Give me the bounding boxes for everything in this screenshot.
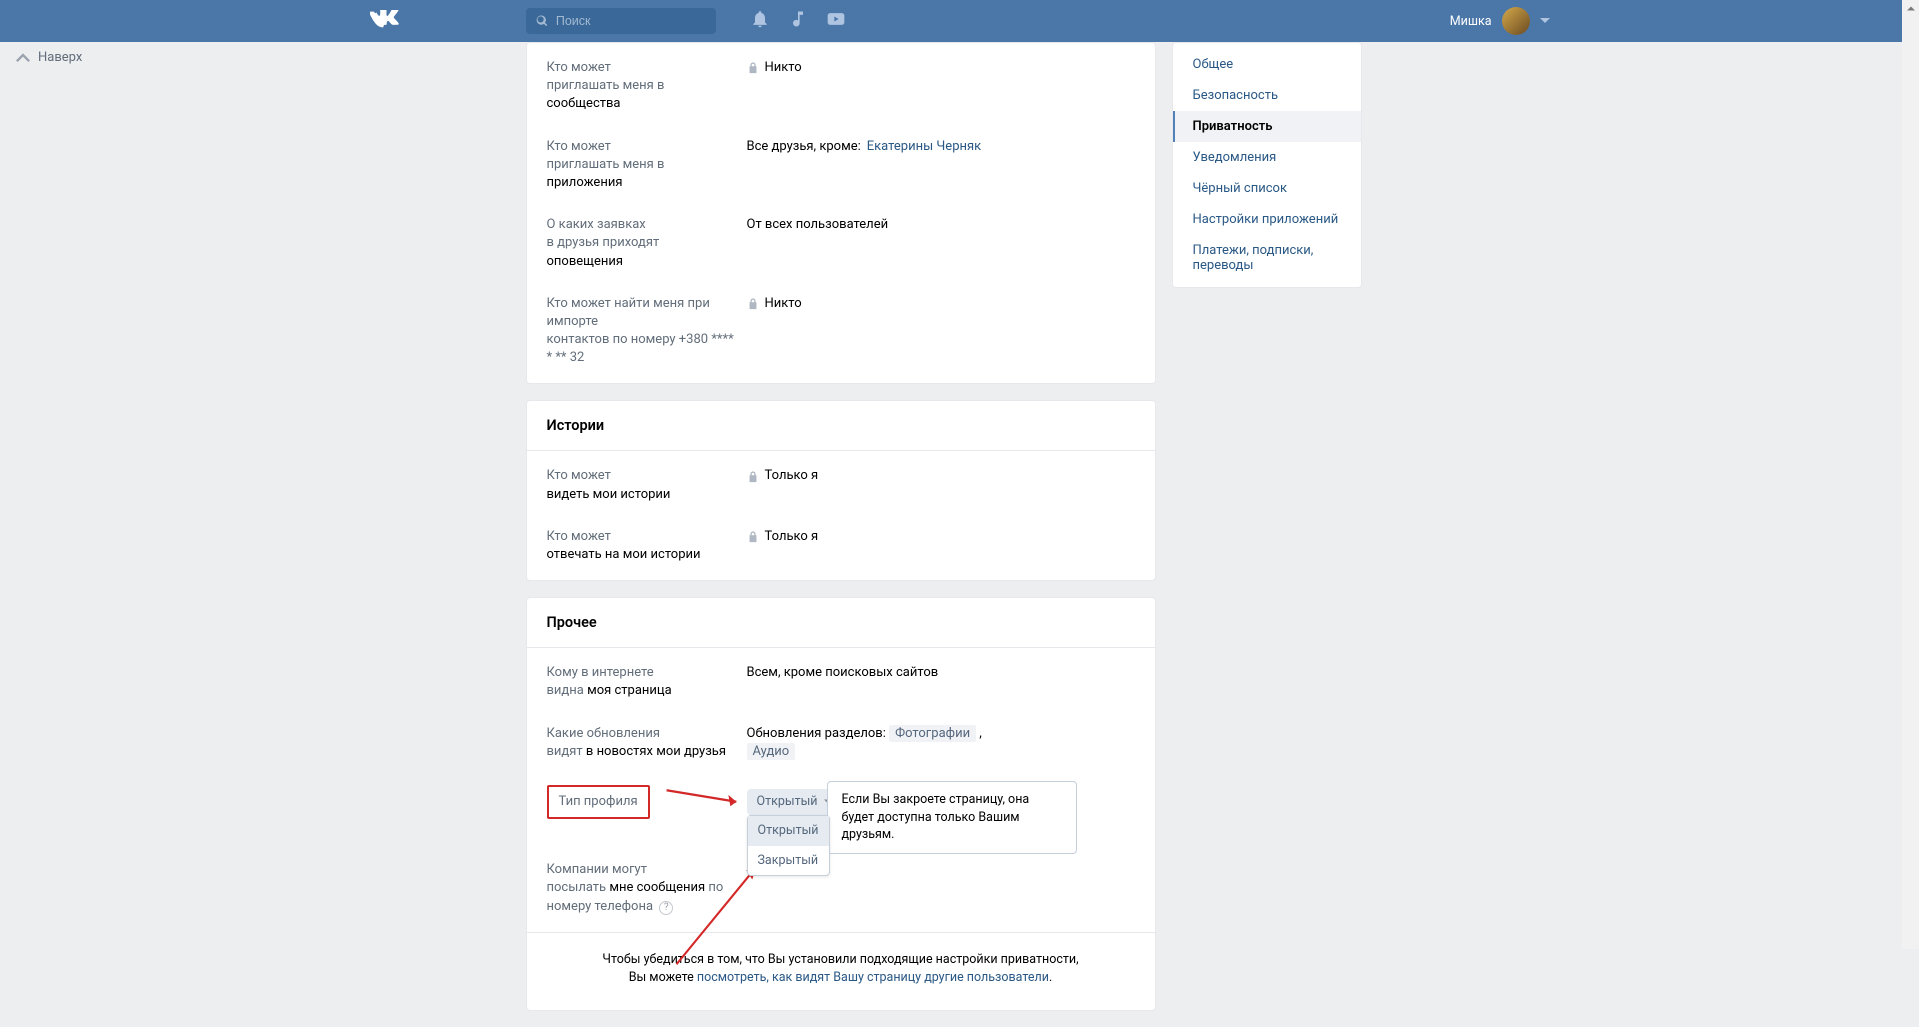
sidebar-item-blacklist[interactable]: Чёрный список — [1173, 173, 1361, 204]
setting-row[interactable]: Кто можетотвечать на мои истории Только … — [527, 516, 1155, 576]
sidebar-item-general[interactable]: Общее — [1173, 49, 1361, 80]
chevron-up-icon — [16, 51, 30, 65]
music-icon[interactable] — [788, 9, 808, 33]
invites-section: Кто можетприглашать меня в сообщества Ни… — [526, 42, 1156, 384]
scrollbar-up-button[interactable] — [1902, 0, 1919, 17]
vk-logo[interactable] — [370, 9, 510, 34]
username: Мишка — [1450, 14, 1492, 29]
exception-link[interactable]: Екатерины Черняк — [867, 138, 981, 156]
avatar — [1502, 7, 1530, 35]
other-section: Прочее Кому в интернетевидна моя страниц… — [526, 597, 1156, 1011]
setting-row[interactable]: Кто можетприглашать меня в сообщества Ни… — [527, 47, 1155, 126]
dropdown-menu: Открытый Закрытый — [747, 815, 830, 876]
sidebar-item-security[interactable]: Безопасность — [1173, 80, 1361, 111]
sidebar-item-payments[interactable]: Платежи, подписки, переводы — [1173, 235, 1361, 281]
chevron-down-icon — [1540, 16, 1550, 26]
setting-row[interactable]: Кто можетвидеть мои истории Только я — [527, 455, 1155, 515]
footer-note: Чтобы убедиться в том, что Вы установили… — [527, 932, 1155, 1011]
sidebar-item-apps[interactable]: Настройки приложений — [1173, 204, 1361, 235]
search-icon — [536, 14, 548, 28]
help-icon[interactable]: ? — [659, 901, 673, 915]
tooltip: Если Вы закроете страницу, она будет дос… — [827, 781, 1077, 854]
setting-row[interactable]: Кто может найти меня при импортеконтакто… — [527, 283, 1155, 380]
search-box[interactable] — [526, 8, 716, 34]
sidebar-item-privacy[interactable]: Приватность — [1173, 111, 1361, 142]
preview-link[interactable]: посмотреть, как видят Вашу страницу друг… — [697, 970, 1049, 985]
back-to-top[interactable]: Наверх — [16, 50, 82, 65]
search-input[interactable] — [556, 14, 706, 28]
setting-row[interactable]: Какие обновлениявидят в новостях мои дру… — [527, 713, 1155, 773]
setting-row-profile-type: Тип профиля Открытый Открытый Закрытый Е… — [527, 773, 1155, 831]
video-icon[interactable] — [826, 9, 846, 33]
settings-sidebar: Общее Безопасность Приватность Уведомлен… — [1172, 42, 1362, 288]
lock-icon — [747, 298, 759, 310]
dropdown-option-closed[interactable]: Закрытый — [748, 846, 829, 876]
tag[interactable]: Аудио — [747, 743, 796, 760]
tag[interactable]: Фотографии — [889, 725, 976, 742]
section-header: Истории — [527, 401, 1155, 451]
scrollbar[interactable] — [1902, 0, 1919, 949]
lock-icon — [747, 62, 759, 74]
lock-icon — [747, 471, 759, 483]
sidebar-item-notifications[interactable]: Уведомления — [1173, 142, 1361, 173]
setting-row[interactable]: Кому в интернетевидна моя страница Всем,… — [527, 652, 1155, 712]
user-menu[interactable]: Мишка — [1450, 7, 1550, 35]
topbar: Мишка — [0, 0, 1919, 42]
highlight-box: Тип профиля — [547, 785, 650, 819]
setting-row[interactable]: О каких заявкахв друзья приходят оповеще… — [527, 204, 1155, 283]
dropdown-option-open[interactable]: Открытый — [748, 816, 829, 846]
setting-row[interactable]: Кто можетприглашать меня в приложения Вс… — [527, 126, 1155, 205]
lock-icon — [747, 531, 759, 543]
section-header: Прочее — [527, 598, 1155, 648]
stories-section: Истории Кто можетвидеть мои истории Толь… — [526, 400, 1156, 581]
notifications-icon[interactable] — [750, 9, 770, 33]
